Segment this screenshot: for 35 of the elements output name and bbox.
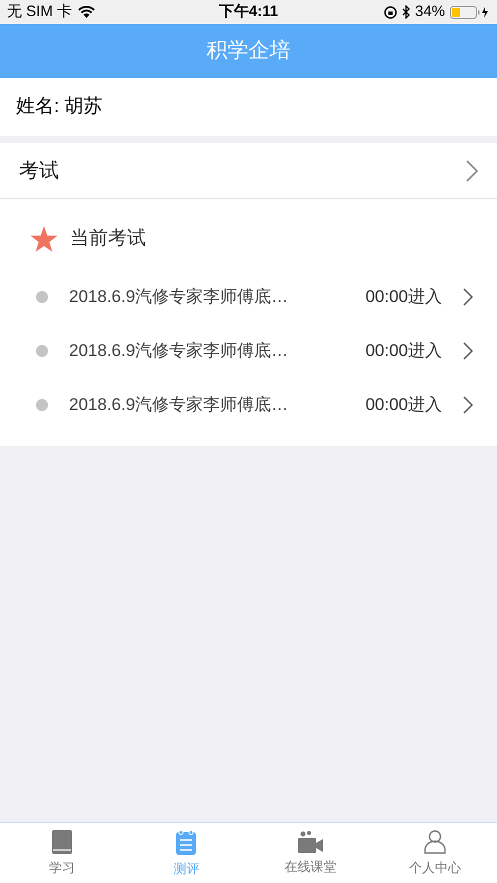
clock-text: 下午4:11 [218,2,278,22]
exam-item[interactable]: 2018.6.9汽修专家李师傅底… 00:00进入 [0,324,497,378]
bullet-icon [36,344,48,356]
enter-time: 00:00进入 [365,394,442,416]
exam-row[interactable]: 考试 [0,143,497,199]
carrier-text: 无 SIM 卡 [7,2,72,22]
wifi-icon [78,6,96,18]
rotation-lock-icon [384,6,397,18]
exam-title: 2018.6.9汽修专家李师傅底… [69,340,290,362]
chevron-right-icon [466,160,478,182]
notepad-icon [175,830,198,855]
exam-title: 2018.6.9汽修专家李师傅底… [69,286,290,308]
app-title: 积学企培 [206,38,290,64]
enter-time: 00:00进入 [365,286,442,308]
battery-text: 34% [414,2,446,22]
exam-item[interactable]: 2018.6.9汽修专家李师傅底… 00:00进入 [0,270,497,324]
chevron-right-icon [463,288,473,306]
star-icon [30,226,58,253]
bluetooth-icon [402,5,410,19]
bullet-icon [36,398,48,410]
video-camera-icon [298,831,324,854]
chevron-right-icon [463,342,473,360]
name-text: 姓名: 胡苏 [16,94,103,119]
book-icon [51,830,74,854]
tab-bar-item[interactable]: 学习 [0,823,124,883]
tab-bar-item[interactable]: 个人中心 [372,823,497,883]
tab-bar-item[interactable]: 在线课堂 [248,823,373,883]
exam-title: 2018.6.9汽修专家李师傅底… [69,394,290,416]
enter-time: 00:00进入 [365,340,442,362]
bullet-icon [36,290,48,302]
section-heading: 当前考试 [70,227,146,251]
chevron-right-icon [463,396,473,414]
person-icon [424,830,446,854]
exam-item[interactable]: 2018.6.9汽修专家李师傅底… 00:00进入 [0,378,497,432]
battery-icon [450,6,490,18]
